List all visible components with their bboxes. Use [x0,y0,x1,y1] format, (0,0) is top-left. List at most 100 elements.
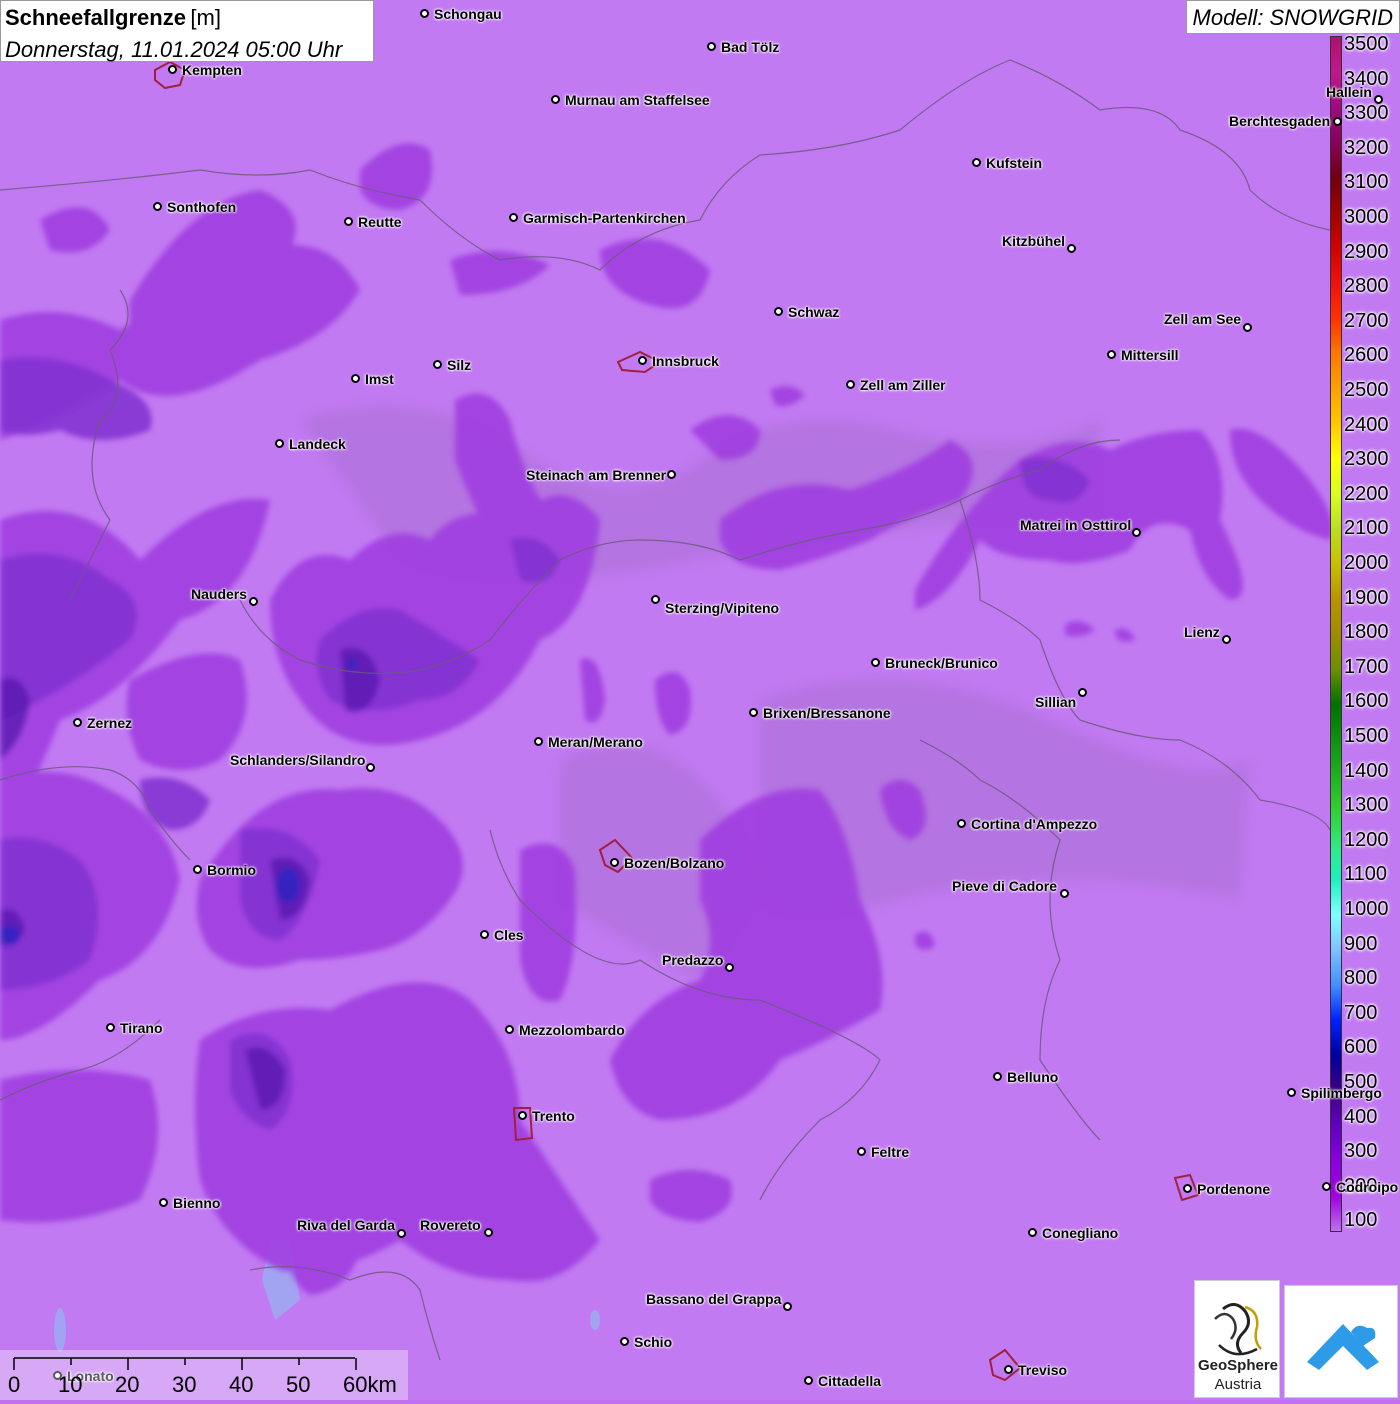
legend-label: 400 [1344,1105,1378,1128]
legend-label: 2100 [1344,517,1389,540]
city-marker-icon [274,438,284,448]
city-label: Innsbruck [652,353,719,369]
city-marker-icon [1321,1181,1331,1191]
city-label: Riva del Garda [297,1217,396,1233]
city-label: Zell am Ziller [860,377,946,393]
city-label: Berchtesgaden [1229,113,1331,129]
city-label: Landeck [289,436,346,452]
city-marker-icon [1332,116,1342,126]
city-marker-icon [158,1197,168,1207]
city-marker-icon [619,1336,629,1346]
city-label: Zell am See [1164,311,1242,327]
legend-label: 100 [1344,1209,1378,1232]
legend-label: 1900 [1344,586,1389,609]
map-unit: [m] [190,5,221,30]
city-marker-icon [1027,1227,1037,1237]
city-label: Bozen/Bolzano [624,855,725,871]
city-label: Imst [365,371,394,387]
legend-label: 1700 [1344,655,1389,678]
city-marker-icon [248,596,258,606]
geosphere-country: Austria [1214,1376,1262,1393]
city-label: Pieve di Cadore [952,878,1058,894]
city-marker-icon [479,929,489,939]
city-label: Belluno [1007,1069,1059,1085]
mountain-snow-logo-icon [1307,1324,1379,1370]
city-label: Steinach am Brenner [526,467,667,483]
city-label: Schlanders/Silandro [230,752,366,768]
city-label: Bormio [207,862,256,878]
legend-label: 3000 [1344,206,1389,228]
city-label: Kufstein [986,155,1042,171]
city-label: Bad Tölz [721,39,780,55]
city-label: Conegliano [1042,1225,1119,1241]
city-marker-icon [105,1022,115,1032]
map-datetime: Donnerstag, 11.01.2024 05:00 Uhr [5,37,343,62]
legend-label: 900 [1344,932,1378,955]
city-marker-icon [724,962,734,972]
city-label: Kitzbühel [1002,233,1065,249]
legend-label: 2300 [1344,448,1389,471]
legend-label: 1400 [1344,759,1389,782]
city-label: Hallein [1326,84,1372,100]
scale-label: 30 [172,1372,197,1397]
city-marker-icon [803,1375,813,1385]
city-marker-icon [343,216,353,226]
city-marker-icon [956,818,966,828]
legend-label: 3300 [1344,102,1389,125]
city-marker-icon [992,1071,1002,1081]
city-label: Bassano del Grappa [646,1291,782,1307]
legend-label: 1500 [1344,725,1389,747]
city-label: Feltre [871,1144,910,1160]
city-label: Cles [494,927,524,943]
city-label: Schwaz [788,304,840,320]
city-label: Sterzing/Vipiteno [665,600,780,616]
geosphere-name: GeoSphere [1197,1357,1279,1374]
city-marker-icon [533,736,543,746]
city-marker-icon [1242,322,1252,332]
city-label: Trento [532,1108,575,1124]
scale-label: 20 [115,1372,140,1397]
legend-label: 3100 [1344,171,1389,194]
city-marker-icon [870,657,880,667]
legend-label: 2000 [1344,552,1389,574]
legend-label: 2700 [1344,309,1389,332]
city-marker-icon [432,359,442,369]
map-title: Schneefallgrenze [5,5,186,30]
map-title-box: Schneefallgrenze [m] Donnerstag, 11.01.2… [0,0,374,62]
city-label: Murnau am Staffelsee [565,92,710,108]
geosphere-logo: GeoSphere Austria [1194,1280,1280,1398]
city-marker-icon [1106,349,1116,359]
city-label: Codroipo [1336,1179,1399,1195]
legend-label: 3200 [1344,136,1389,159]
city-label: Predazzo [662,952,724,968]
city-label: Tirano [120,1020,163,1036]
legend-label: 600 [1344,1036,1378,1059]
city-marker-icon [517,1110,527,1120]
city-marker-icon [856,1146,866,1156]
city-label: Nauders [191,586,248,602]
city-label: Brixen/Bressanone [763,705,891,721]
legend-label: 2600 [1344,344,1389,367]
legend-label: 300 [1344,1140,1378,1163]
legend-label: 2900 [1344,240,1389,263]
city-label: Rovereto [420,1217,481,1233]
city-marker-icon [666,469,676,479]
city-marker-icon [748,707,758,717]
city-label: Lienz [1184,624,1220,640]
city-marker-icon [483,1227,493,1237]
app-logo [1284,1285,1398,1398]
city-label: Kempten [182,62,242,78]
city-marker-icon [504,1024,514,1034]
city-label: Silz [447,357,472,373]
city-marker-icon [1182,1183,1192,1193]
city-label: Cortina d'Ampezzo [971,816,1098,832]
city-marker-icon [1286,1087,1296,1097]
city-marker-icon [550,94,560,104]
city-label: Garmisch-Partenkirchen [523,210,686,226]
legend-label: 1800 [1344,621,1389,644]
city-label: Reutte [358,214,402,230]
city-marker-icon [773,306,783,316]
city-label: Zernez [87,715,133,731]
city-marker-icon [167,64,177,74]
legend-label: 800 [1344,967,1378,990]
